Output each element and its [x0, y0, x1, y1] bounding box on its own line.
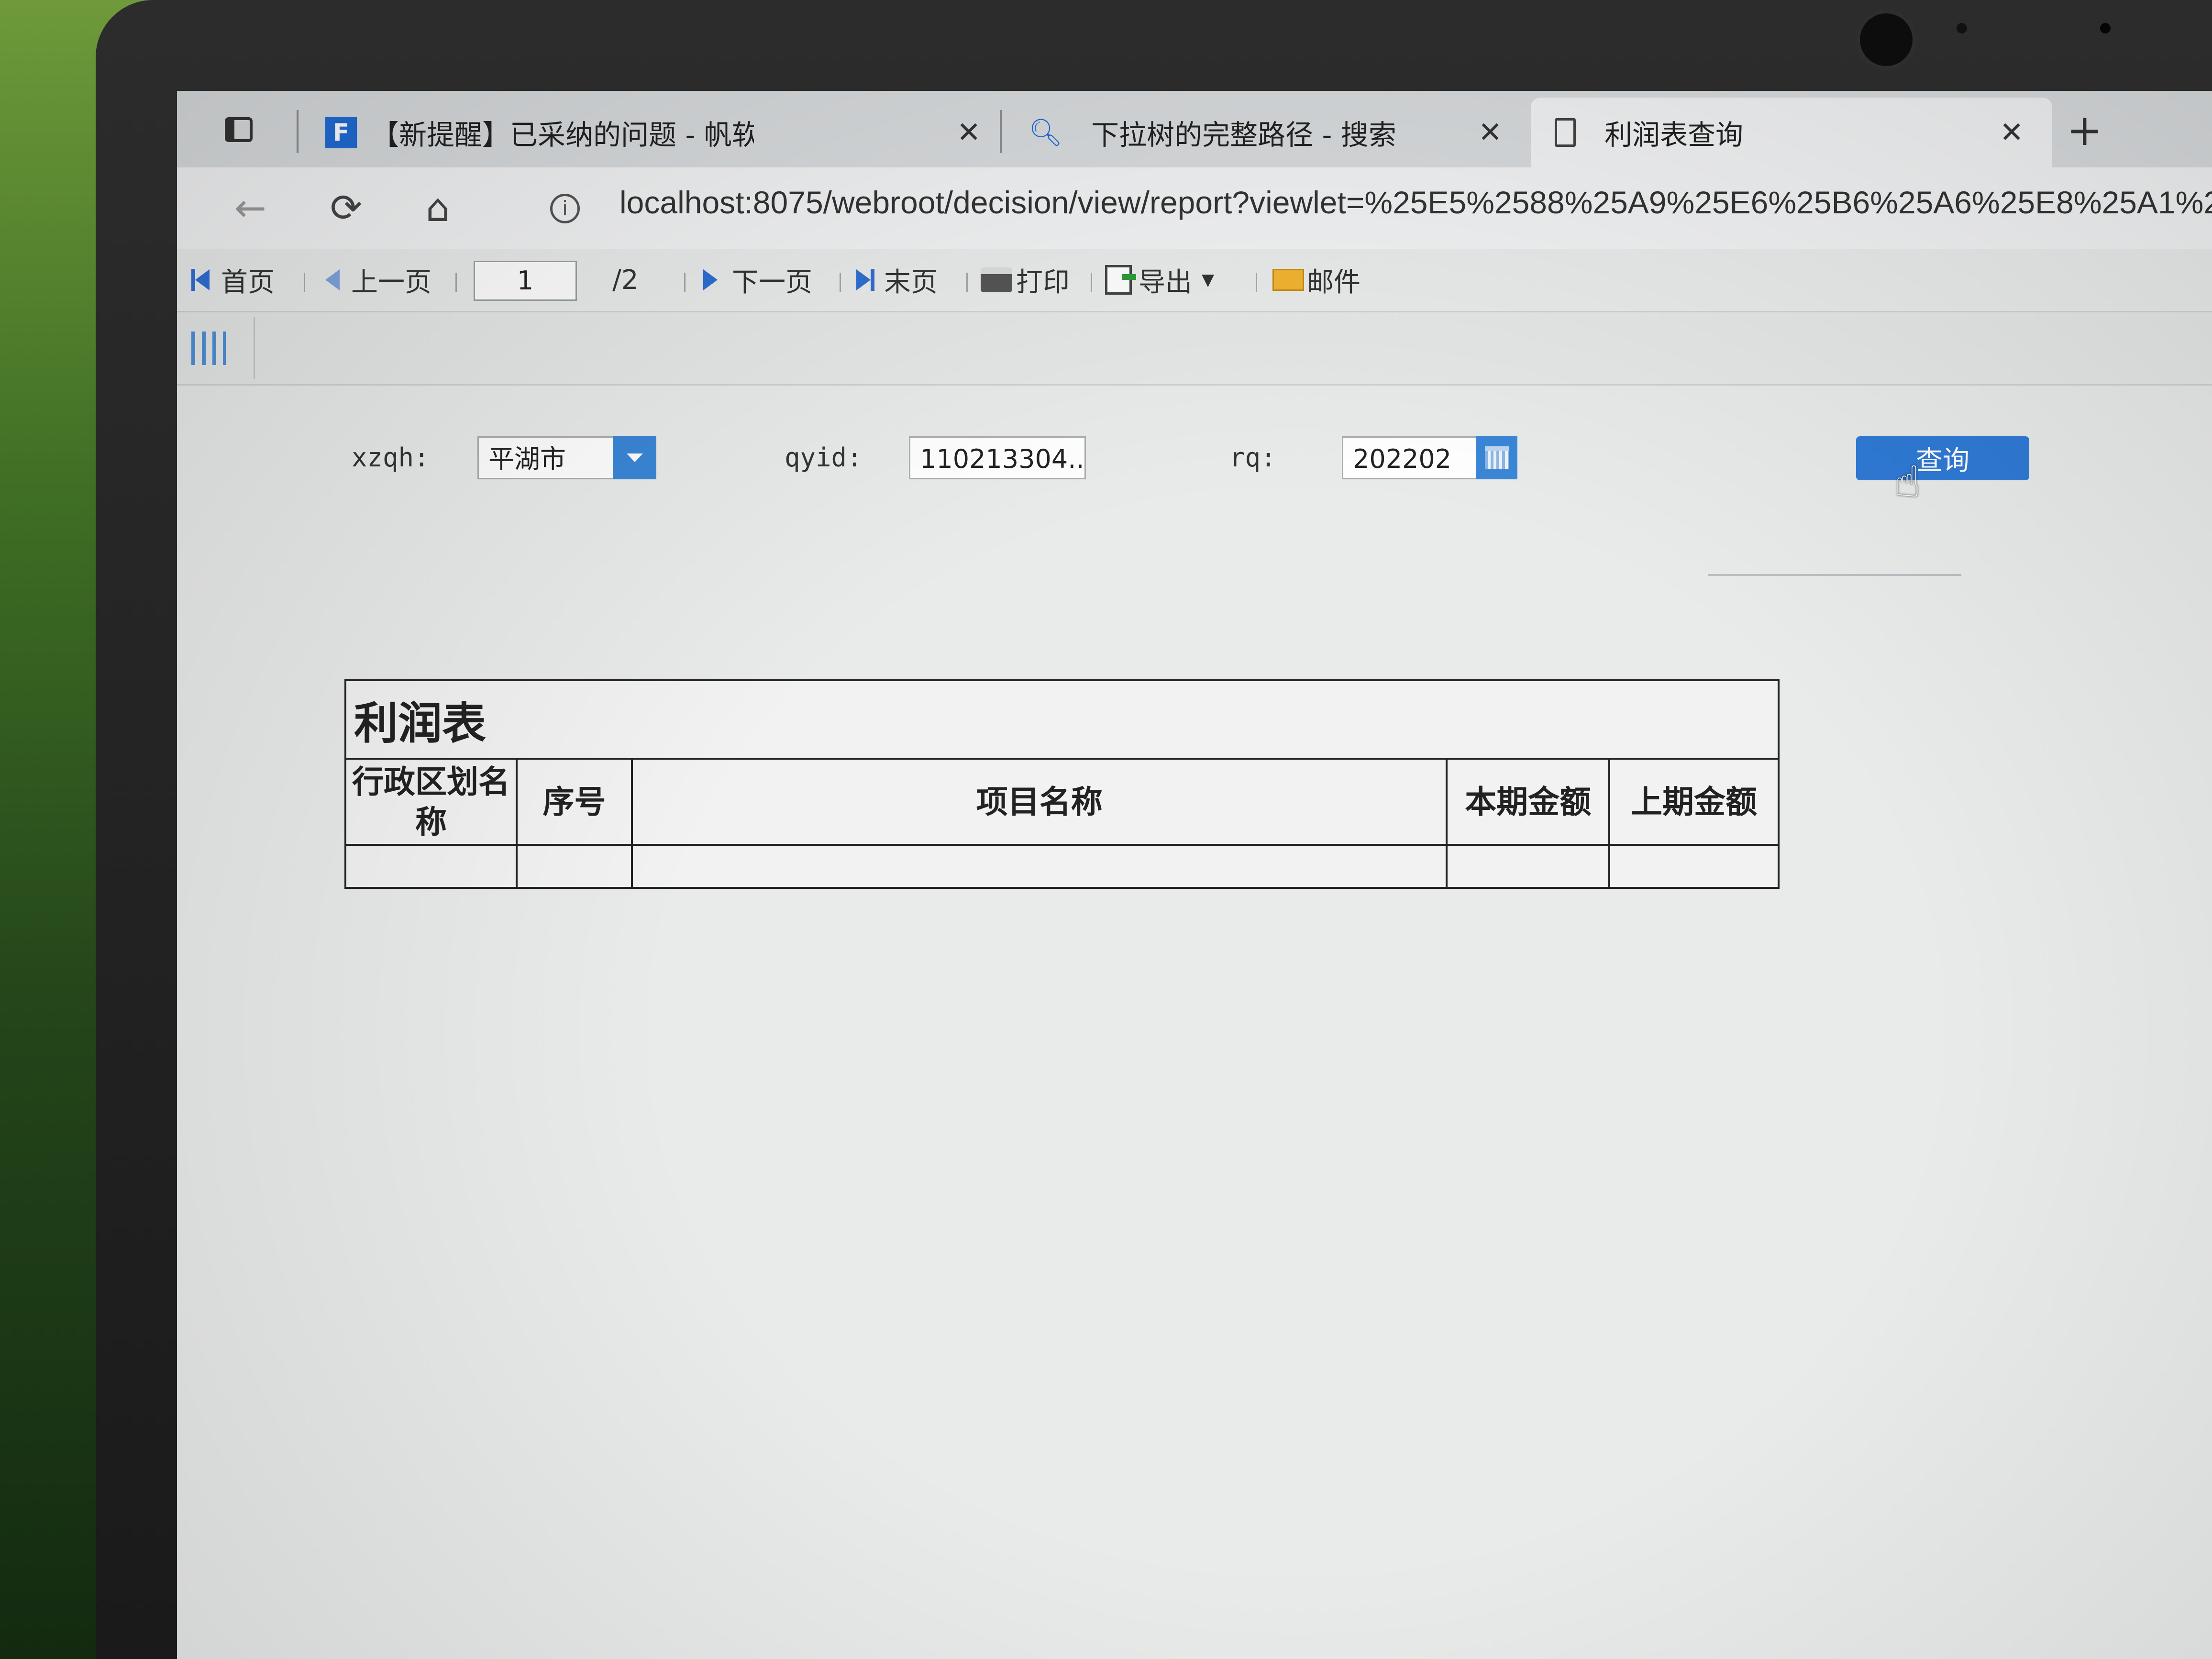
- page-total: /2: [612, 264, 639, 296]
- tab-title: 【新提醒】已采纳的问题 - 帆软社: [371, 119, 754, 151]
- toolbar-separator: [1256, 273, 1257, 292]
- export-button[interactable]: 导出 ▼: [1105, 263, 1215, 298]
- xzqh-label: xzqh:: [352, 442, 430, 473]
- toolbar-separator: [840, 273, 841, 292]
- toolbar-separator: [966, 273, 968, 292]
- home-icon[interactable]: ⌂: [426, 187, 450, 230]
- profit-report-table: 利润表 行政区划名称 序号 项目名称 本期金额 上期金额: [344, 679, 1780, 889]
- export-label: 导出: [1139, 266, 1192, 298]
- report-title: 利润表: [344, 679, 1780, 760]
- tab-title: 下拉树的完整路径 - 搜索: [1091, 119, 1396, 151]
- prev-page-icon: [325, 269, 340, 290]
- reload-icon[interactable]: ⟳: [330, 187, 362, 230]
- collapse-panel-handle[interactable]: [1708, 560, 1961, 576]
- fanruan-logo-icon: F: [325, 117, 357, 148]
- query-label: 查询: [1916, 445, 1969, 476]
- parameter-settings-icon[interactable]: [191, 332, 226, 365]
- table-cell: [344, 844, 518, 889]
- toolbar-separator: [684, 273, 686, 292]
- prev-page-label: 上一页: [351, 266, 431, 298]
- dropdown-arrow-icon[interactable]: [613, 436, 656, 479]
- column-header: 序号: [515, 758, 633, 846]
- table-cell: [1446, 844, 1611, 889]
- export-icon: [1105, 265, 1136, 295]
- sidebar-toggle-icon[interactable]: [225, 117, 253, 142]
- sensor-dot: [2100, 23, 2111, 33]
- last-page-button[interactable]: 末页: [856, 263, 938, 298]
- table-row: [344, 844, 1780, 889]
- chevron-down-icon: ▼: [1202, 270, 1215, 289]
- table-cell: [631, 844, 1448, 889]
- column-header: 上期金额: [1608, 758, 1780, 846]
- first-page-icon: [191, 269, 195, 291]
- toolbar-separator: [455, 273, 457, 292]
- tab-strip: F 【新提醒】已采纳的问题 - 帆软社 ✕ 🔍︎ 下拉树的完整路径 - 搜索 ✕…: [177, 91, 2212, 167]
- mail-button[interactable]: 邮件: [1272, 263, 1360, 298]
- address-bar: ← ⟳ ⌂ i localhost:8075/webroot/decision/…: [177, 167, 2212, 250]
- mail-icon: [1272, 269, 1304, 291]
- toolbar-separator: [1091, 273, 1092, 292]
- last-page-label: 末页: [884, 266, 938, 298]
- toolbar-separator: [254, 317, 255, 379]
- url-field[interactable]: localhost:8075/webroot/decision/view/rep…: [619, 184, 2212, 221]
- tab-separator: [1000, 110, 1002, 153]
- tab-separator: [297, 110, 299, 153]
- new-tab-button[interactable]: +: [2067, 105, 2102, 155]
- column-header: 行政区划名称: [344, 758, 518, 846]
- hand-cursor-icon: ☝: [1894, 457, 1921, 507]
- search-icon: 🔍︎: [1029, 117, 1063, 148]
- qyid-label: qyid:: [785, 442, 863, 473]
- back-icon[interactable]: ←: [234, 187, 266, 230]
- tab-profit-report[interactable]: 利润表查询 ✕: [1531, 98, 2052, 167]
- prev-page-button[interactable]: 上一页: [325, 263, 431, 298]
- column-header: 本期金额: [1446, 758, 1611, 846]
- report-toolbar: 首页 上一页 1 /2 下一页 末页 打印 导出 ▼ 邮件: [177, 249, 2212, 312]
- close-tab-icon[interactable]: ✕: [1478, 116, 1502, 149]
- rq-date-input[interactable]: 202202: [1342, 436, 1479, 479]
- parameter-toolbar: [177, 312, 2212, 386]
- sensor-dot: [1957, 23, 1967, 33]
- query-button[interactable]: 查询: [1856, 436, 2029, 480]
- printer-icon: [981, 267, 1012, 292]
- table-cell: [515, 844, 633, 889]
- next-page-icon: [703, 269, 718, 290]
- webcam-icon: [1856, 10, 1916, 70]
- column-header: 项目名称: [631, 758, 1448, 846]
- xzqh-dropdown[interactable]: 平湖市: [477, 436, 615, 479]
- info-icon[interactable]: i: [550, 194, 580, 223]
- print-label: 打印: [1016, 266, 1070, 298]
- browser-window: F 【新提醒】已采纳的问题 - 帆软社 ✕ 🔍︎ 下拉树的完整路径 - 搜索 ✕…: [177, 91, 2212, 1659]
- toolbar-separator: [304, 273, 305, 292]
- next-page-label: 下一页: [732, 266, 812, 298]
- first-page-button[interactable]: 首页: [191, 263, 275, 298]
- table-cell: [1608, 844, 1780, 889]
- rq-label: rq:: [1229, 442, 1276, 473]
- tab-search[interactable]: 🔍︎ 下拉树的完整路径 - 搜索 ✕: [1019, 98, 1526, 167]
- close-tab-icon[interactable]: ✕: [957, 116, 981, 149]
- close-tab-icon[interactable]: ✕: [2000, 116, 2024, 149]
- mail-label: 邮件: [1307, 266, 1360, 298]
- first-page-label: 首页: [221, 266, 275, 298]
- next-page-button[interactable]: 下一页: [703, 263, 812, 298]
- last-page-icon: [856, 269, 871, 290]
- tab-fanruan[interactable]: F 【新提醒】已采纳的问题 - 帆软社 ✕: [321, 98, 990, 167]
- page-icon: [1555, 118, 1576, 147]
- page-number-input[interactable]: 1: [474, 261, 577, 301]
- qyid-input[interactable]: 110213304...: [909, 436, 1086, 479]
- tab-title: 利润表查询: [1604, 119, 1744, 151]
- print-button[interactable]: 打印: [981, 263, 1070, 298]
- calendar-icon[interactable]: [1476, 436, 1517, 479]
